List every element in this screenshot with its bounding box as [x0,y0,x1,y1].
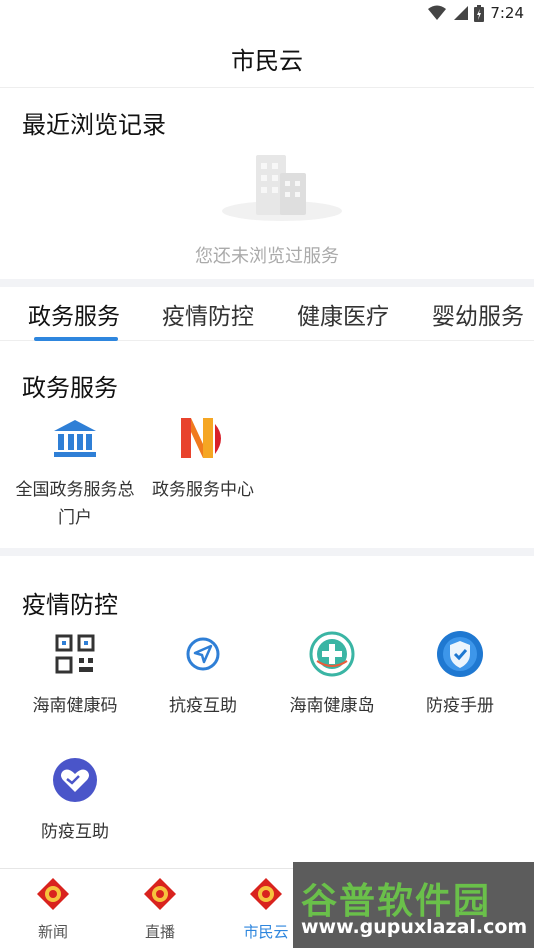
epidemic-section-title: 疫情防控 [22,591,118,619]
active-tab-indicator [34,337,118,341]
empty-buildings-icon [222,155,342,221]
shield-icon [437,631,483,677]
watermark-overlay: 谷普软件园 www.gupuxlazal.com [293,862,534,948]
category-tabs: 政务服务 疫情防控 健康医疗 婴幼服务 [0,287,534,341]
citizen-cloud-tab-icon [250,878,282,910]
app-header: 市民云 [0,30,534,88]
battery-icon [474,4,485,22]
tabbar-label: 直播 [144,923,175,941]
divider [0,279,534,287]
service-gov-service-center[interactable]: 政务服务中心 [143,414,263,504]
service-label: 防疫互助 [41,822,109,842]
recent-browsing-section: 最近浏览记录 您还未浏览过服务 [0,89,534,279]
recent-browsing-heading: 最近浏览记录 [22,111,166,139]
live-tab-icon [144,878,176,910]
service-label: 全国政务服务总门户 [15,480,135,528]
service-epidemic-mutual-aid[interactable]: 防疫互助 [15,756,135,846]
wifi-icon [428,5,447,20]
status-bar: 7:24 [0,0,534,30]
government-building-icon [54,420,96,457]
service-epidemic-handbook[interactable]: 防疫手册 [400,630,520,720]
tabbar-live[interactable]: 直播 [120,877,200,942]
heart-hands-icon [53,758,97,802]
service-label: 防疫手册 [426,696,494,716]
service-national-gov-portal[interactable]: 全国政务服务总门户 [15,414,135,532]
tab-health-medical[interactable]: 健康医疗 [297,297,389,331]
watermark-url: www.gupuxlazal.com [301,916,528,938]
tab-gov-services[interactable]: 政务服务 [28,297,120,331]
empty-state-text: 您还未浏览过服务 [195,246,339,267]
tab-infant-services[interactable]: 婴幼服务 [432,297,524,331]
news-tab-icon [37,878,69,910]
qr-code-icon [55,634,95,674]
signal-icon [454,6,469,20]
tabbar-news[interactable]: 新闻 [13,877,93,942]
status-time: 7:24 [490,4,524,22]
navigation-arrow-icon [186,637,220,671]
divider [0,548,534,556]
service-anti-epidemic-aid[interactable]: 抗疫互助 [143,630,263,720]
service-center-logo-icon [181,418,221,458]
service-hainan-health-island[interactable]: 海南健康岛 [272,630,392,720]
service-hainan-health-code[interactable]: 海南健康码 [15,630,135,720]
service-label: 海南健康岛 [289,696,375,716]
service-label: 海南健康码 [32,696,118,716]
service-label: 政务服务中心 [152,480,254,500]
service-label: 抗疫互助 [169,696,237,716]
gov-section-title: 政务服务 [22,374,118,402]
page-title: 市民云 [231,47,303,75]
health-island-icon [309,631,355,677]
tab-epidemic-control[interactable]: 疫情防控 [162,297,254,331]
tabbar-label: 新闻 [37,923,68,941]
